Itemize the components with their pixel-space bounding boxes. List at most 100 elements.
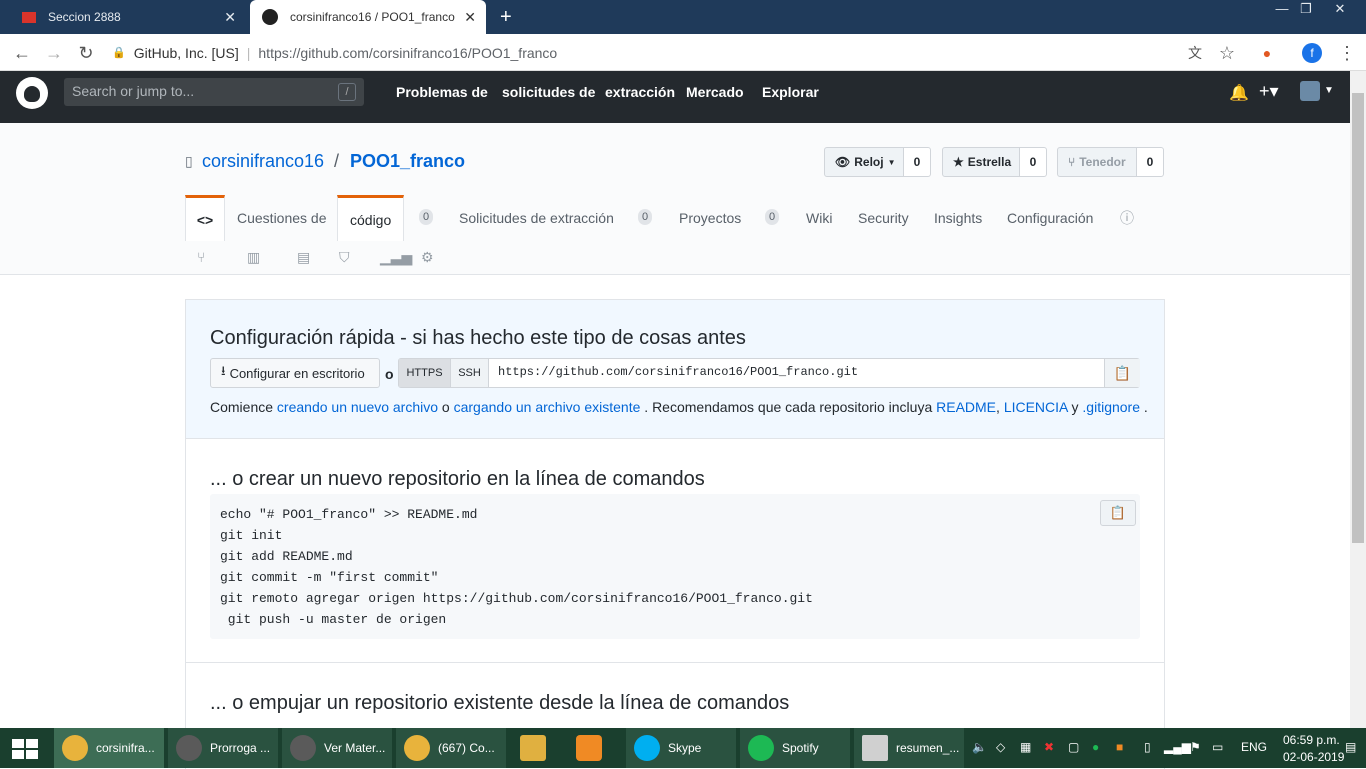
setup-desktop-button[interactable]: ⭳ Configurar en escritorio bbox=[210, 358, 380, 388]
quick-setup-panel: Configuración rápida - si has hecho este… bbox=[186, 300, 1164, 439]
repo-separator: / bbox=[334, 151, 340, 171]
page-scrollbar[interactable] bbox=[1350, 71, 1366, 728]
tab-code-icon[interactable]: <> bbox=[185, 195, 225, 241]
graph-icon[interactable]: ▁▃▅ bbox=[380, 249, 412, 266]
clock-date[interactable]: 02-06-2019 bbox=[1283, 750, 1344, 764]
divider bbox=[186, 662, 1164, 663]
tab-insights[interactable]: Insights bbox=[934, 195, 982, 241]
restore-icon[interactable]: ❐ bbox=[1293, 0, 1319, 18]
user-avatar[interactable] bbox=[1300, 81, 1320, 101]
plus-dropdown-icon[interactable]: +▾ bbox=[1259, 81, 1279, 102]
taskbar-item-prorroga[interactable]: Prorroga ... bbox=[168, 728, 278, 768]
tray-app2-icon[interactable]: ■ bbox=[1116, 740, 1123, 754]
spotify-icon bbox=[748, 735, 774, 761]
star-count[interactable]: 0 bbox=[1019, 147, 1047, 177]
ssh-toggle[interactable]: SSH bbox=[451, 359, 489, 387]
wifi-icon[interactable]: ▂▄▆ bbox=[1164, 740, 1191, 754]
taskbar-item-pdf[interactable]: resumen_... bbox=[854, 728, 964, 768]
close-tab-icon[interactable]: ✕ bbox=[464, 9, 476, 26]
repo-name-link[interactable]: POO1_franco bbox=[350, 151, 465, 172]
watch-button[interactable]: 👁 Reloj ▼ bbox=[824, 147, 904, 177]
close-tab-icon[interactable]: ✕ bbox=[224, 9, 236, 26]
taskbar-item-skype[interactable]: Skype bbox=[626, 728, 736, 768]
nav-marketplace[interactable]: Mercado bbox=[686, 84, 744, 100]
clock-time[interactable]: 06:59 p.m. bbox=[1283, 733, 1340, 747]
dropbox-icon[interactable]: ◇ bbox=[996, 740, 1005, 754]
tab-title: Seccion 2888 bbox=[48, 10, 121, 24]
nav-issues[interactable]: Problemas de bbox=[396, 84, 488, 100]
fork-button[interactable]: ⑂ Tenedor bbox=[1057, 147, 1137, 177]
tab-issues[interactable]: Cuestiones de bbox=[237, 195, 327, 241]
tab-pull-requests[interactable]: Solicitudes de extracción bbox=[459, 195, 614, 241]
tray-error-icon[interactable]: ✖ bbox=[1044, 740, 1054, 754]
menu-icon[interactable]: ⋮ bbox=[1334, 40, 1360, 66]
browser-tab-github[interactable]: corsinifranco16 / POO1_franco ✕ bbox=[250, 0, 486, 34]
watch-count[interactable]: 0 bbox=[903, 147, 931, 177]
tab-title: corsinifranco16 / POO1_franco bbox=[290, 10, 455, 24]
battery-icon[interactable]: ▯ bbox=[1144, 740, 1151, 754]
pull-request-icon[interactable]: ⑂ bbox=[197, 249, 205, 265]
chrome-icon bbox=[62, 735, 88, 761]
nav-pulls[interactable]: solicitudes de bbox=[502, 84, 595, 100]
gitignore-link[interactable]: .gitignore bbox=[1082, 399, 1140, 415]
clone-url-input[interactable]: https://github.com/corsinifranco16/POO1_… bbox=[498, 365, 858, 379]
license-link[interactable]: LICENCIA bbox=[1004, 399, 1068, 415]
browser-tab-seccion[interactable]: Seccion 2888 ✕ bbox=[10, 0, 246, 34]
tray-note-icon[interactable]: ▢ bbox=[1068, 740, 1079, 754]
github-logo-icon[interactable] bbox=[16, 77, 48, 109]
forward-icon[interactable]: → bbox=[41, 40, 67, 66]
or-label: o bbox=[385, 366, 394, 382]
info-icon[interactable]: ⓘ bbox=[1120, 208, 1134, 228]
taskbar-item-media-player[interactable] bbox=[568, 728, 618, 768]
url-text: https://github.com/corsinifranco16/POO1_… bbox=[258, 44, 558, 61]
language-indicator[interactable]: ENG bbox=[1241, 740, 1267, 754]
profile-avatar[interactable]: f bbox=[1302, 43, 1322, 63]
fork-count[interactable]: 0 bbox=[1136, 147, 1164, 177]
tab-wiki[interactable]: Wiki bbox=[806, 195, 832, 241]
upload-file-link[interactable]: cargando un archivo existente bbox=[454, 399, 641, 415]
display-icon[interactable]: ▭ bbox=[1212, 740, 1223, 754]
close-window-icon[interactable]: ✕ bbox=[1327, 0, 1353, 18]
scrollbar-thumb[interactable] bbox=[1352, 93, 1364, 543]
nav-pulls-extraction[interactable]: extracción bbox=[605, 84, 675, 100]
taskbar-item-chrome-youtube[interactable]: (667) Co... bbox=[396, 728, 506, 768]
https-toggle[interactable]: HTTPS bbox=[399, 359, 451, 387]
nav-explore[interactable]: Explorar bbox=[762, 84, 819, 100]
readme-link[interactable]: README bbox=[936, 399, 996, 415]
bookmark-star-icon[interactable]: ☆ bbox=[1214, 40, 1240, 66]
volume-icon[interactable]: 🔈 bbox=[972, 740, 987, 754]
notifications-icon[interactable]: ▤ bbox=[1345, 740, 1356, 754]
new-tab-button[interactable]: + bbox=[500, 6, 512, 29]
taskbar-item-spotify[interactable]: Spotify bbox=[740, 728, 850, 768]
address-bar[interactable]: 🔒 GitHub, Inc. [US] | https://github.com… bbox=[112, 39, 1252, 66]
minimize-icon[interactable]: — bbox=[1269, 0, 1295, 18]
flag-tray-icon[interactable]: ⚑ bbox=[1190, 740, 1201, 754]
chevron-down-icon[interactable]: ▼ bbox=[1324, 85, 1334, 96]
project-board-icon[interactable]: ▥ bbox=[247, 249, 260, 266]
taskbar-item-ver-material[interactable]: Ver Mater... bbox=[282, 728, 392, 768]
star-button[interactable]: ★ Estrella bbox=[942, 147, 1020, 177]
clipboard-icon[interactable]: 📋 bbox=[1104, 359, 1140, 387]
tab-projects[interactable]: Proyectos bbox=[679, 195, 741, 241]
tray-app-icon[interactable]: ▦ bbox=[1020, 740, 1031, 754]
taskbar-item-chrome-github[interactable]: corsinifra... bbox=[54, 728, 164, 768]
shield-icon[interactable]: ⛉ bbox=[339, 249, 350, 266]
repo-owner-link[interactable]: corsinifranco16 bbox=[202, 151, 324, 172]
create-file-link[interactable]: creando un nuevo archivo bbox=[277, 399, 438, 415]
tab-security[interactable]: Security bbox=[858, 195, 909, 241]
search-input[interactable]: Search or jump to... / bbox=[64, 78, 364, 106]
translate-icon[interactable]: 文 bbox=[1182, 40, 1208, 66]
reload-icon[interactable]: ↻ bbox=[73, 40, 99, 66]
tab-settings[interactable]: Configuración bbox=[1007, 195, 1093, 241]
tab-code[interactable]: código bbox=[337, 195, 405, 241]
skype-icon bbox=[634, 735, 660, 761]
gear-icon[interactable]: ⚙ bbox=[421, 249, 434, 266]
book-icon[interactable]: ▤ bbox=[297, 249, 310, 266]
bell-icon[interactable]: 🔔 bbox=[1229, 83, 1249, 103]
windows-start-icon[interactable] bbox=[12, 739, 38, 759]
tray-spotify-icon[interactable]: ● bbox=[1092, 740, 1099, 754]
back-icon[interactable]: ← bbox=[9, 40, 35, 66]
copy-commands-icon[interactable]: 📋 bbox=[1100, 500, 1136, 526]
extension-icon[interactable]: ● bbox=[1254, 40, 1280, 66]
taskbar-item-file-explorer[interactable] bbox=[512, 728, 562, 768]
